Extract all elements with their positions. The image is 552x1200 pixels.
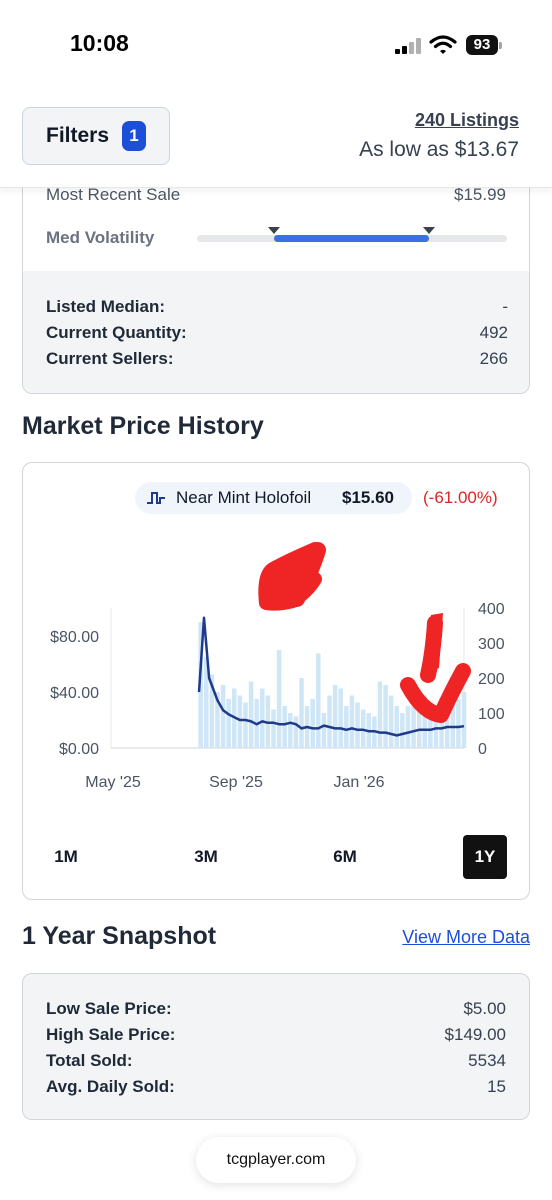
stat-value: 15 xyxy=(487,1077,506,1096)
volume-bar xyxy=(260,688,265,748)
volume-bar xyxy=(299,678,304,748)
stat-row: Current Sellers: 266 xyxy=(46,349,508,371)
battery-level: 93 xyxy=(466,35,498,55)
volume-bar xyxy=(248,681,254,748)
listings-link[interactable]: 240 Listings xyxy=(415,110,519,131)
volume-bar xyxy=(461,692,467,748)
volume-bar xyxy=(383,685,388,748)
stat-value: 5534 xyxy=(468,1051,506,1070)
volume-bar xyxy=(377,681,383,748)
volatility-label: Med Volatility xyxy=(46,228,155,247)
stat-label: Low Sale Price: xyxy=(46,999,172,1018)
status-bar: 10:08 93 xyxy=(0,0,552,90)
range-button-6m[interactable]: 6M xyxy=(323,835,367,879)
recent-sale-label: Most Recent Sale xyxy=(46,185,181,204)
volume-bar xyxy=(394,706,400,748)
stat-value: $5.00 xyxy=(463,999,506,1018)
url-bar[interactable]: tcgplayer.com xyxy=(196,1137,356,1183)
volume-bar xyxy=(226,699,231,748)
stat-value: $149.00 xyxy=(444,1025,506,1044)
stat-row: Listed Median: - xyxy=(46,297,508,319)
volume-bar xyxy=(349,695,355,748)
wifi-icon xyxy=(429,35,457,54)
stat-row: Low Sale Price: $5.00 xyxy=(46,999,506,1021)
y2-tick-label: 100 xyxy=(478,706,505,723)
volume-bar xyxy=(400,713,405,748)
volume-bar xyxy=(327,695,332,748)
volume-bar xyxy=(456,699,461,748)
stat-value: 266 xyxy=(479,349,508,368)
volume-bar xyxy=(344,706,349,748)
snapshot-card: Low Sale Price: $5.00 High Sale Price: $… xyxy=(22,973,530,1120)
volume-bar xyxy=(276,650,282,748)
price-history-chart[interactable]: $0.00 $40.00 $80.00 0 100 200 300 400 May '25 Sep… xyxy=(23,463,529,823)
stat-value: - xyxy=(502,297,508,316)
stat-label: High Sale Price: xyxy=(46,1025,176,1044)
volume-bar xyxy=(243,702,248,748)
volume-bar xyxy=(338,688,343,748)
volatility-marker-high xyxy=(423,227,435,234)
filters-label: Filters xyxy=(46,124,110,147)
stat-row: Avg. Daily Sold: 15 xyxy=(46,1077,506,1099)
filters-button[interactable]: Filters 1 xyxy=(22,107,170,165)
market-history-title: Market Price History xyxy=(22,412,264,440)
volume-bar xyxy=(288,713,293,748)
price-chart-card: Near Mint Holofoil $15.60 (-61.00%) $0.0… xyxy=(22,462,530,900)
x-tick-label: May '25 xyxy=(85,774,141,791)
volume-bar xyxy=(405,706,411,748)
volatility-marker-low xyxy=(268,227,280,234)
stat-label: Avg. Daily Sold: xyxy=(46,1077,175,1096)
volume-bar xyxy=(293,716,299,748)
volume-bar xyxy=(321,713,327,748)
recent-sale-value: $15.99 xyxy=(454,185,506,204)
volume-bar xyxy=(282,706,287,748)
snapshot-title: 1 Year Snapshot xyxy=(22,922,217,950)
stat-row: High Sale Price: $149.00 xyxy=(46,1025,506,1047)
stat-row: Total Sold: 5534 xyxy=(46,1051,506,1073)
stat-value: 492 xyxy=(479,323,508,342)
volume-bar xyxy=(220,685,226,748)
volatility-fill xyxy=(274,235,429,242)
listings-header: Filters 1 240 Listings As low as $13.67 xyxy=(0,92,552,188)
y2-tick-label: 0 xyxy=(478,741,487,758)
range-button-1y[interactable]: 1Y xyxy=(463,835,507,879)
volume-bar xyxy=(332,685,338,748)
x-tick-label: Sep '25 xyxy=(209,774,263,791)
stat-label: Current Quantity: xyxy=(46,323,187,342)
volume-bar xyxy=(388,695,394,748)
stat-row: Current Quantity: 492 xyxy=(46,323,508,345)
range-button-1m[interactable]: 1M xyxy=(44,835,88,879)
stat-label: Listed Median: xyxy=(46,297,166,316)
status-time: 10:08 xyxy=(70,30,129,56)
y2-tick-label: 300 xyxy=(478,636,505,653)
signal-icon xyxy=(395,38,423,54)
volume-bar xyxy=(310,699,315,748)
range-button-3m[interactable]: 3M xyxy=(184,835,228,879)
stats-panel: Listed Median: - Current Quantity: 492 C… xyxy=(23,271,529,393)
battery-icon: 93 xyxy=(466,35,502,55)
stat-label: Total Sold: xyxy=(46,1051,133,1070)
stat-label: Current Sellers: xyxy=(46,349,174,368)
y2-tick-label: 400 xyxy=(478,601,505,618)
y-tick-label: $0.00 xyxy=(59,741,99,758)
volume-bar xyxy=(316,653,321,748)
y-tick-label: $40.00 xyxy=(50,685,99,702)
volume-bar xyxy=(355,702,360,748)
filters-count-badge: 1 xyxy=(122,121,147,151)
volatility-meter xyxy=(197,227,507,242)
x-tick-label: Jan '26 xyxy=(333,774,384,791)
view-more-data-link[interactable]: View More Data xyxy=(402,927,530,948)
y-tick-label: $80.00 xyxy=(50,629,99,646)
low-price-text: As low as $13.67 xyxy=(359,138,519,161)
volume-bar xyxy=(271,709,276,748)
volume-bar xyxy=(237,695,243,748)
y2-tick-label: 200 xyxy=(478,671,505,688)
